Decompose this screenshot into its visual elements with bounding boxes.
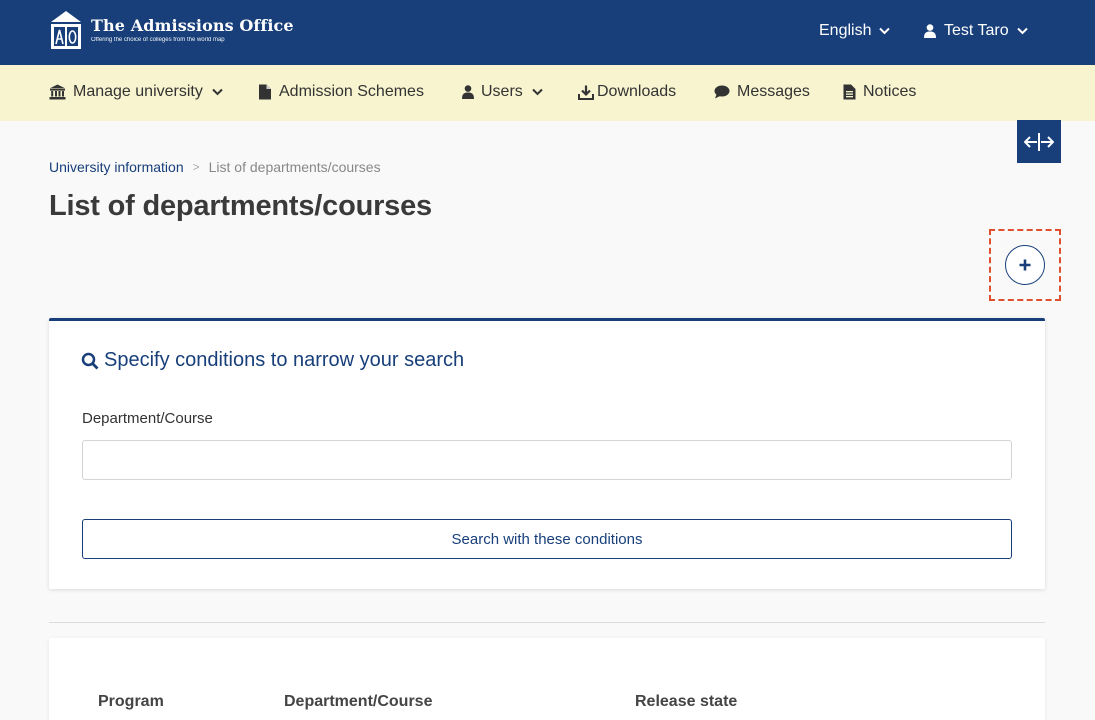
nav-label: Manage university	[73, 83, 203, 100]
breadcrumb-current: List of departments/courses	[208, 159, 381, 175]
chevron-down-icon	[879, 27, 891, 35]
breadcrumb: University information > List of departm…	[49, 159, 381, 175]
logo-title: The Admissions Office	[91, 15, 294, 35]
add-department-button[interactable]	[1005, 245, 1045, 285]
chevron-down-icon	[212, 88, 223, 96]
nav-item-manage-university[interactable]: Manage university	[49, 83, 223, 101]
language-label: English	[819, 22, 872, 39]
nav-label: Users	[481, 83, 523, 100]
department-course-label: Department/Course	[82, 410, 213, 427]
divider	[49, 622, 1045, 623]
language-selector[interactable]: English	[819, 22, 891, 40]
page-title: List of departments/courses	[49, 190, 432, 222]
results-table: Program Department/Course Release state	[49, 638, 1045, 720]
main-nav: Manage university Admission Schemes User…	[0, 65, 1095, 121]
column-header-department-course[interactable]: Department/Course	[284, 693, 432, 711]
search-button[interactable]: Search with these conditions	[82, 519, 1012, 559]
logo-tagline: Offering the choice of colleges from the…	[91, 36, 225, 43]
user-icon	[462, 85, 474, 99]
logo[interactable]: The Admissions Office Offering the choic…	[48, 10, 294, 50]
expand-horizontal-icon	[1024, 132, 1054, 151]
column-header-release-state[interactable]: Release state	[635, 693, 737, 711]
university-icon	[49, 84, 66, 100]
search-panel-title: Specify conditions to narrow your search	[81, 349, 464, 372]
nav-label: Downloads	[597, 83, 677, 100]
chevron-down-icon	[532, 88, 543, 96]
nav-item-users[interactable]: Users	[462, 83, 543, 101]
user-menu[interactable]: Test Taro	[924, 22, 1028, 40]
expand-width-button[interactable]	[1017, 120, 1061, 163]
nav-item-downloads[interactable]: Downloads	[578, 83, 676, 101]
breadcrumb-separator: >	[192, 160, 200, 174]
search-panel-title-text: Specify conditions to narrow your search	[104, 349, 465, 371]
nav-item-messages[interactable]: Messages	[714, 83, 810, 101]
download-icon	[578, 85, 594, 100]
user-icon	[924, 24, 936, 38]
search-icon	[81, 352, 99, 369]
document-icon	[259, 84, 271, 100]
plus-icon	[1019, 259, 1031, 271]
nav-label: Admission Schemes	[279, 83, 424, 100]
nav-label: Messages	[737, 83, 810, 100]
department-course-input[interactable]	[82, 440, 1012, 480]
top-header: The Admissions Office Offering the choic…	[0, 0, 1095, 65]
nav-item-notices[interactable]: Notices	[843, 83, 916, 101]
add-button-highlight	[989, 229, 1061, 301]
column-header-program[interactable]: Program	[98, 693, 164, 711]
chat-bubble-icon	[714, 85, 730, 99]
user-name: Test Taro	[944, 22, 1009, 39]
breadcrumb-link-university-information[interactable]: University information	[49, 159, 184, 175]
logo-mark-icon	[51, 11, 81, 49]
chevron-down-icon	[1016, 27, 1028, 35]
notice-icon	[843, 84, 856, 100]
search-panel: Specify conditions to narrow your search…	[49, 318, 1045, 589]
nav-label: Notices	[863, 83, 917, 100]
nav-item-admission-schemes[interactable]: Admission Schemes	[258, 83, 424, 101]
